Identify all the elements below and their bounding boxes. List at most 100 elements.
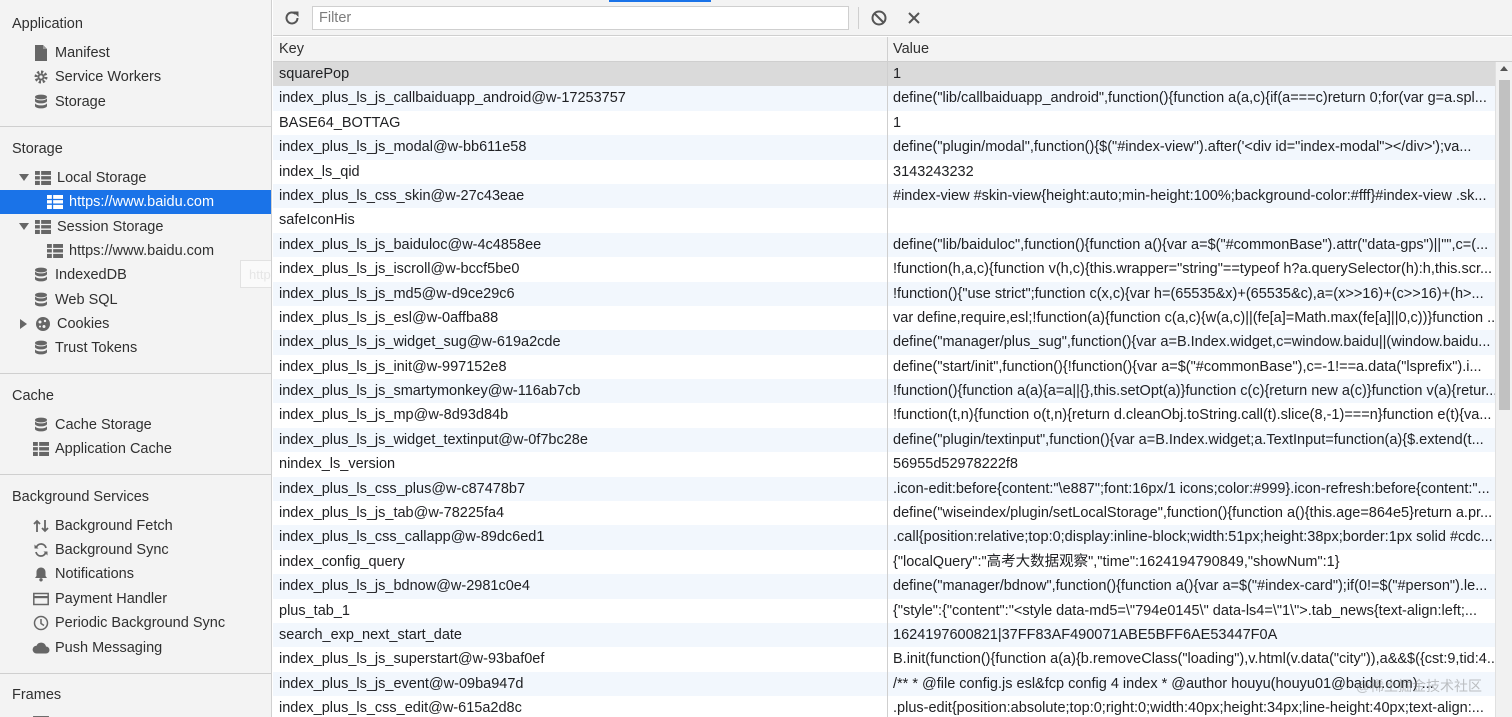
expanded-arrow-icon[interactable] [18,172,30,184]
value-cell[interactable]: {"style":{"content":"<style data-md5=\"7… [887,599,1495,623]
key-cell[interactable]: index_plus_ls_js_mp@w-8d93d84b [273,403,887,427]
table-row[interactable]: index_plus_ls_css_plus@w-c87478b7 .icon-e… [273,476,1495,502]
key-cell[interactable]: index_ls_qid [273,160,887,184]
value-cell[interactable]: .plus-edit{position:absolute;top:0;right… [887,696,1495,717]
table-row[interactable]: index_plus_ls_js_bdnow@w-2981c0e4 define(… [273,574,1495,599]
table-row[interactable]: nindex_ls_version 56955d52978222f8 [273,452,1495,476]
key-cell[interactable]: nindex_ls_version [273,452,887,476]
table-row[interactable]: index_plus_ls_js_tab@w-78225fa4 define("w… [273,501,1495,525]
table-row[interactable]: index_plus_ls_css_edit@w-615a2d8c .plus-e… [273,696,1495,717]
table-row[interactable]: index_plus_ls_js_smartymonkey@w-116ab7cb… [273,379,1495,404]
table-row[interactable]: index_plus_ls_js_superstart@w-93baf0ef B.… [273,647,1495,671]
vertical-scrollbar[interactable] [1495,62,1512,717]
value-cell[interactable]: define("manager/bdnow",function(){functi… [887,574,1495,598]
table-row[interactable]: index_plus_ls_js_md5@w-d9ce29c6 !function… [273,281,1495,306]
value-cell[interactable]: 3143243232 [887,160,1495,184]
value-cell[interactable]: define("plugin/textinput",function(){var… [887,428,1495,452]
key-cell[interactable]: index_plus_ls_js_init@w-997152e8 [273,355,887,379]
expanded-arrow-icon[interactable] [18,221,30,233]
key-cell[interactable]: safeIconHis [273,208,887,232]
sidebar-item-background-sync[interactable]: Background Sync [0,538,271,562]
sidebar-item-cookies[interactable]: Cookies [0,312,271,336]
key-cell[interactable]: index_config_query [273,550,887,574]
table-row[interactable]: index_plus_ls_js_iscroll@w-bccf5be0 !func… [273,257,1495,281]
key-cell[interactable]: index_plus_ls_js_callbaiduapp_android@w-… [273,86,887,110]
sidebar-item-session-storage-origin[interactable]: https://www.baidu.com [0,239,271,263]
key-cell[interactable]: index_plus_ls_js_iscroll@w-bccf5be0 [273,257,887,281]
column-header-key[interactable]: Key [273,37,304,62]
key-cell[interactable]: index_plus_ls_js_bdnow@w-2981c0e4 [273,574,887,598]
key-cell[interactable]: index_plus_ls_js_superstart@w-93baf0ef [273,647,887,671]
table-row[interactable]: index_plus_ls_js_event@w-09ba947d/** * @… [273,671,1495,697]
value-cell[interactable]: 1624197600821|37FF83AF490071ABE5BFF6AE53… [887,623,1495,647]
filter-input[interactable] [312,6,849,30]
value-cell[interactable]: B.init(function(){function a(a){b.remove… [887,647,1495,671]
table-row[interactable]: index_plus_ls_js_widget_textinput@w-0f7b… [273,427,1495,453]
key-cell[interactable]: index_plus_ls_js_widget_textinput@w-0f7b… [273,428,887,452]
sidebar-item-cache-storage[interactable]: Cache Storage [0,413,271,437]
value-cell[interactable]: .call{position:relative;top:0;display:in… [887,525,1495,549]
collapsed-arrow-icon[interactable] [18,318,30,330]
key-cell[interactable]: BASE64_BOTTAG [273,111,887,135]
column-divider[interactable] [887,37,888,717]
value-cell[interactable]: var define,require,esl;!function(a){func… [887,306,1495,330]
sidebar-item-push-messaging[interactable]: Push Messaging [0,636,271,660]
key-cell[interactable]: index_plus_ls_js_event@w-09ba947d [273,672,887,696]
value-cell[interactable] [887,208,1495,232]
value-cell[interactable]: define("start/init",function(){!function… [887,355,1495,379]
sidebar-item-manifest[interactable]: Manifest [0,41,271,65]
key-cell[interactable]: index_plus_ls_css_edit@w-615a2d8c [273,696,887,717]
key-cell[interactable]: index_plus_ls_js_modal@w-bb611e58 [273,135,887,159]
value-cell[interactable]: !function(){function a(a){a=a||{},this.s… [887,379,1495,403]
table-row[interactable]: index_plus_ls_css_skin@w-27c43eae #index-… [273,183,1495,209]
key-cell[interactable]: index_plus_ls_css_plus@w-c87478b7 [273,477,887,501]
table-row[interactable]: safeIconHis [273,208,1495,232]
table-row[interactable]: index_plus_ls_js_widget_sug@w-619a2cde de… [273,330,1495,355]
key-cell[interactable]: index_plus_ls_js_widget_sug@w-619a2cde [273,330,887,354]
table-row[interactable]: index_plus_ls_js_callbaiduapp_android@w-… [273,86,1495,111]
table-row[interactable]: index_plus_ls_js_init@w-997152e8 define("… [273,355,1495,379]
value-cell[interactable]: 1 [887,62,1495,86]
key-cell[interactable]: index_plus_ls_js_tab@w-78225fa4 [273,501,887,525]
sidebar-item-local-storage-origin[interactable]: https://www.baidu.com [0,190,271,214]
scrollbar-thumb[interactable] [1499,80,1510,410]
value-cell[interactable]: 1 [887,111,1495,135]
table-row[interactable]: index_plus_ls_js_esl@w-0affba88 var defin… [273,306,1495,330]
value-cell[interactable]: !function(h,a,c){function v(h,c){this.wr… [887,257,1495,281]
value-cell[interactable]: .icon-edit:before{content:"\e887";font:1… [887,477,1495,501]
sidebar-item-application-cache[interactable]: Application Cache [0,437,271,461]
sidebar-item-storage[interactable]: Storage [0,90,271,114]
table-row[interactable]: index_ls_qid 3143243232 [273,160,1495,184]
scroll-up-arrow-icon[interactable] [1500,66,1508,71]
key-cell[interactable]: index_plus_ls_js_smartymonkey@w-116ab7cb [273,379,887,403]
table-row[interactable]: index_plus_ls_css_callapp@w-89dc6ed1 .cal… [273,525,1495,550]
sidebar-item-web-sql[interactable]: Web SQL [0,288,271,312]
table-row[interactable]: BASE64_BOTTAG 1 [273,111,1495,135]
value-cell[interactable]: define("lib/callbaiduapp_android",functi… [887,86,1495,110]
table-row[interactable]: index_plus_ls_js_baiduloc@w-4c4858ee defi… [273,232,1495,258]
key-cell[interactable]: index_plus_ls_js_baiduloc@w-4c4858ee [273,233,887,257]
column-header-value[interactable]: Value [887,37,929,62]
key-cell[interactable]: search_exp_next_start_date [273,623,887,647]
sidebar-item-payment-handler[interactable]: Payment Handler [0,587,271,611]
value-cell[interactable]: define("plugin/modal",function(){$("#ind… [887,135,1495,159]
value-cell[interactable]: 56955d52978222f8 [887,452,1495,476]
value-cell[interactable]: {"localQuery":"高考大数据观察","time":162419479… [887,550,1495,574]
sidebar-item-service-workers[interactable]: Service Workers [0,65,271,89]
value-cell[interactable]: define("wiseindex/plugin/setLocalStorage… [887,501,1495,525]
key-cell[interactable]: squarePop [273,62,887,86]
table-row[interactable]: search_exp_next_start_date 1624197600821|… [273,622,1495,648]
value-cell[interactable]: define("lib/baiduloc",function(){functio… [887,233,1495,257]
sidebar-item-local-storage[interactable]: Local Storage [0,166,271,190]
sidebar-item-periodic-background-sync[interactable]: Periodic Background Sync [0,611,271,635]
table-row[interactable]: plus_tab_1 {"style":{"content":"<style da… [273,599,1495,623]
key-cell[interactable]: index_plus_ls_js_esl@w-0affba88 [273,306,887,330]
sidebar-item-frame-top[interactable] [0,711,271,717]
sidebar-item-session-storage[interactable]: Session Storage [0,215,271,239]
sidebar-item-trust-tokens[interactable]: Trust Tokens [0,336,271,360]
sidebar-item-background-fetch[interactable]: Background Fetch [0,514,271,538]
table-row[interactable]: index_plus_ls_js_modal@w-bb611e58 define(… [273,135,1495,160]
key-cell[interactable]: index_plus_ls_js_md5@w-d9ce29c6 [273,282,887,306]
table-row[interactable]: index_plus_ls_js_mp@w-8d93d84b !function(… [273,403,1495,427]
clear-all-button[interactable] [870,9,888,27]
